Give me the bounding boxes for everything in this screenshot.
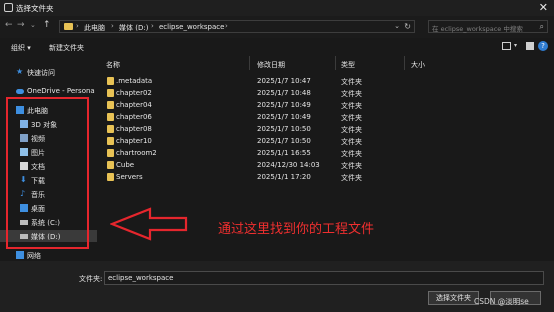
address-field[interactable]: › 此电脑 › 媒体 (D:) › eclipse_workspace › ⌄ … <box>59 20 415 33</box>
file-type: 文件夹 <box>341 150 362 158</box>
organize-button[interactable]: 组织 ▾ <box>11 43 31 53</box>
breadcrumb-this-pc[interactable]: 此电脑 <box>84 23 105 33</box>
file-date: 2024/12/30 14:03 <box>257 161 320 169</box>
network-icon <box>16 251 24 259</box>
table-row[interactable]: chapter02 2025/1/7 10:48 文件夹 <box>99 87 429 99</box>
file-type: 文件夹 <box>341 78 362 86</box>
column-header-name[interactable]: 名称 <box>106 60 120 70</box>
breadcrumb-eclipse-workspace[interactable]: eclipse_workspace <box>159 23 224 31</box>
dialog-footer: 文件夹: eclipse_workspace 选择文件夹 CSDN @淡明se <box>0 261 554 312</box>
file-name: chapter04 <box>116 101 152 109</box>
address-dropdown-icon[interactable]: ⌄ <box>394 22 400 30</box>
folder-icon <box>107 173 114 181</box>
preview-pane-icon[interactable] <box>526 42 534 50</box>
view-options-icon[interactable] <box>502 42 511 50</box>
file-name: chapter02 <box>116 89 152 97</box>
table-row[interactable]: .metadata 2025/1/7 10:47 文件夹 <box>99 75 429 87</box>
file-date: 2025/1/1 17:20 <box>257 173 311 181</box>
nav-item-label: 快速访问 <box>27 69 55 77</box>
file-list: 名称 修改日期 类型 大小 .metadata 2025/1/7 10:47 文… <box>99 56 554 261</box>
folder-name-input[interactable]: eclipse_workspace <box>104 271 544 285</box>
close-icon[interactable]: ✕ <box>539 1 548 14</box>
file-date: 2025/1/7 10:50 <box>257 137 311 145</box>
file-name: .metadata <box>116 77 153 85</box>
file-type: 文件夹 <box>341 174 362 182</box>
title-bar: 选择文件夹 ✕ <box>0 0 554 16</box>
table-row[interactable]: chartroom2 2025/1/1 16:55 文件夹 <box>99 147 429 159</box>
file-type: 文件夹 <box>341 162 362 170</box>
table-row[interactable]: chapter04 2025/1/7 10:49 文件夹 <box>99 99 429 111</box>
refresh-icon[interactable]: ↻ <box>404 22 411 31</box>
table-row[interactable]: Servers 2025/1/1 17:20 文件夹 <box>99 171 429 183</box>
search-input[interactable]: 在 eclipse_workspace 中搜索 ⌕ <box>428 20 548 33</box>
nav-item-onedrive[interactable]: OneDrive - Persona <box>0 85 97 97</box>
column-header-size[interactable]: 大小 <box>411 60 425 70</box>
table-row[interactable]: chapter10 2025/1/7 10:50 文件夹 <box>99 135 429 147</box>
file-name: Cube <box>116 161 135 169</box>
folder-icon <box>107 77 114 85</box>
search-icon: ⌕ <box>539 22 544 31</box>
table-row[interactable]: chapter06 2025/1/7 10:49 文件夹 <box>99 111 429 123</box>
file-type: 文件夹 <box>341 138 362 146</box>
chevron-right-icon[interactable]: › <box>111 22 114 30</box>
annotation-highlight-box <box>6 97 89 249</box>
chevron-down-icon[interactable]: ▾ <box>514 42 517 49</box>
search-placeholder: 在 eclipse_workspace 中搜索 <box>432 25 523 33</box>
command-bar: 组织 ▾ 新建文件夹 ▾ ? <box>0 38 554 56</box>
file-name: chartroom2 <box>116 149 157 157</box>
file-type: 文件夹 <box>341 102 362 110</box>
watermark-text: CSDN @淡明se <box>474 297 529 306</box>
chevron-right-icon[interactable]: › <box>225 22 228 30</box>
recent-dropdown-icon[interactable]: ⌄ <box>30 21 36 29</box>
file-type: 文件夹 <box>341 90 362 98</box>
folder-icon <box>107 101 114 109</box>
table-row[interactable]: Cube 2024/12/30 14:03 文件夹 <box>99 159 429 171</box>
nav-item-label: 网络 <box>27 252 41 260</box>
folder-name-value: eclipse_workspace <box>108 274 174 282</box>
select-folder-button[interactable]: 选择文件夹 <box>428 291 479 305</box>
folder-icon <box>107 161 114 169</box>
nav-item-quick-access[interactable]: ★ 快速访问 <box>0 66 97 78</box>
column-divider[interactable] <box>335 56 336 70</box>
chevron-right-icon[interactable]: › <box>76 22 79 30</box>
file-date: 2025/1/7 10:50 <box>257 125 311 133</box>
new-folder-button[interactable]: 新建文件夹 <box>49 43 84 53</box>
file-date: 2025/1/7 10:47 <box>257 77 311 85</box>
folder-icon <box>107 137 114 145</box>
nav-item-label: OneDrive - Persona <box>27 87 95 95</box>
folder-icon <box>107 89 114 97</box>
address-bar-row: ← → ⌄ ↑ › 此电脑 › 媒体 (D:) › eclipse_worksp… <box>0 16 554 38</box>
folder-icon <box>107 125 114 133</box>
folder-icon <box>107 149 114 157</box>
nav-item-network[interactable]: 网络 <box>0 249 97 261</box>
file-type: 文件夹 <box>341 126 362 134</box>
column-divider[interactable] <box>249 56 250 70</box>
file-name: Servers <box>116 173 143 181</box>
file-date: 2025/1/7 10:49 <box>257 113 311 121</box>
breadcrumb-drive-d[interactable]: 媒体 (D:) <box>119 23 148 33</box>
help-icon[interactable]: ? <box>538 41 548 51</box>
up-arrow-icon[interactable]: ↑ <box>43 20 51 30</box>
file-name: chapter06 <box>116 113 152 121</box>
cloud-icon <box>16 89 24 94</box>
folder-icon <box>107 113 114 121</box>
file-name: chapter10 <box>116 137 152 145</box>
file-date: 2025/1/1 16:55 <box>257 149 311 157</box>
folder-field-label: 文件夹: <box>79 275 103 283</box>
chevron-right-icon[interactable]: › <box>151 22 154 30</box>
file-date: 2025/1/7 10:48 <box>257 89 311 97</box>
app-icon <box>4 3 13 12</box>
window-title: 选择文件夹 <box>16 4 54 13</box>
back-arrow-icon[interactable]: ← <box>5 20 13 30</box>
file-date: 2025/1/7 10:49 <box>257 101 311 109</box>
forward-arrow-icon[interactable]: → <box>17 20 25 30</box>
column-divider[interactable] <box>404 56 405 70</box>
folder-icon <box>64 23 73 30</box>
column-header-date[interactable]: 修改日期 <box>257 60 285 70</box>
file-name: chapter08 <box>116 125 152 133</box>
column-header-type[interactable]: 类型 <box>341 60 355 70</box>
table-row[interactable]: chapter08 2025/1/7 10:50 文件夹 <box>99 123 429 135</box>
file-type: 文件夹 <box>341 114 362 122</box>
star-icon: ★ <box>16 67 24 76</box>
